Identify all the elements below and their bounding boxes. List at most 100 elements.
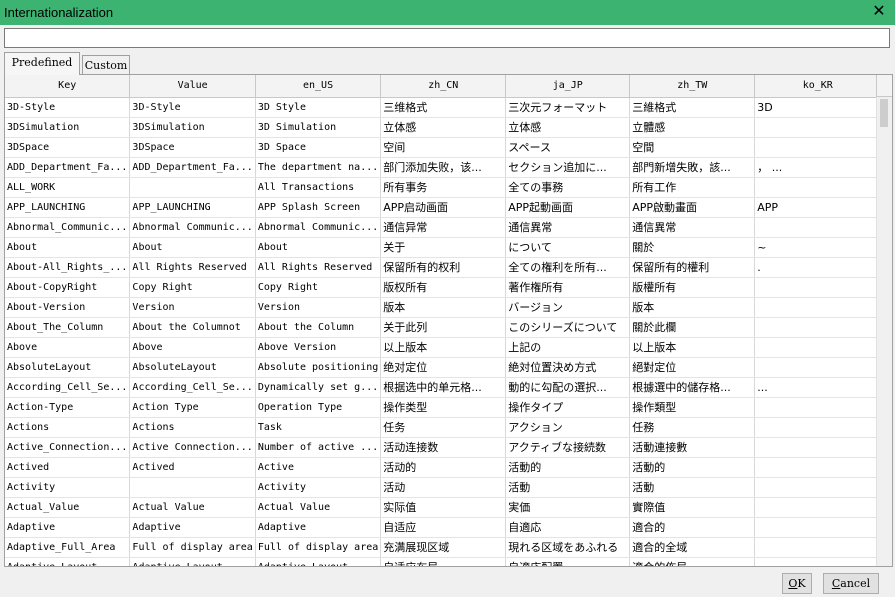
table-row[interactable]: 3D-Style 3D-Style 3D Style 三维格式 三次元フォーマット 三維格… bbox=[5, 97, 882, 118]
table-cell-value[interactable]: Actions bbox=[129, 417, 256, 438]
scrollbar-thumb[interactable] bbox=[880, 99, 888, 127]
table-cell-en-us[interactable]: Activity bbox=[255, 477, 382, 498]
table-cell-ja-jp[interactable]: 現れる区域をあふれる bbox=[505, 537, 631, 558]
table-cell-ja-jp[interactable]: 自適応配置 bbox=[505, 557, 631, 566]
table-cell-key[interactable]: Actual_Value bbox=[5, 497, 131, 518]
table-cell-key[interactable]: AbsoluteLayout bbox=[5, 357, 131, 378]
table-cell-en-us[interactable]: Operation Type bbox=[255, 397, 382, 418]
table-cell-en-us[interactable]: APP Splash Screen bbox=[255, 197, 382, 218]
table-cell-value[interactable]: Copy Right bbox=[129, 277, 256, 298]
table-cell-zh-cn[interactable]: 空间 bbox=[380, 137, 507, 158]
table-cell-en-us[interactable]: Absolute positioning bbox=[255, 357, 382, 378]
table-cell-en-us[interactable]: Dynamically set g... bbox=[255, 377, 382, 398]
table-cell-ja-jp[interactable]: 上記の bbox=[505, 337, 631, 358]
table-cell-zh-cn[interactable]: 关于 bbox=[380, 237, 507, 258]
table-cell-zh-cn[interactable]: 操作类型 bbox=[380, 397, 507, 418]
table-cell-key[interactable]: Actived bbox=[5, 457, 131, 478]
table-cell-zh-tw[interactable]: 關於 bbox=[629, 237, 756, 258]
table-cell-zh-cn[interactable]: 活动 bbox=[380, 477, 507, 498]
table-cell-value[interactable]: 3D-Style bbox=[129, 97, 256, 118]
table-cell-ja-jp[interactable]: アクション bbox=[505, 417, 631, 438]
table-row[interactable]: Activity Activity 活动 活動 活動 bbox=[5, 477, 882, 498]
table-cell-zh-cn[interactable]: 版本 bbox=[380, 297, 507, 318]
table-cell-ja-jp[interactable]: 絶対位置決め方式 bbox=[505, 357, 631, 378]
table-cell-zh-cn[interactable]: 版权所有 bbox=[380, 277, 507, 298]
table-cell-key[interactable]: About-Version bbox=[5, 297, 131, 318]
table-cell-en-us[interactable]: About bbox=[255, 237, 382, 258]
table-cell-en-us[interactable]: All Rights Reserved bbox=[255, 257, 382, 278]
table-cell-ja-jp[interactable]: セクション追加に... bbox=[505, 157, 631, 178]
table-cell-zh-tw[interactable]: APP啟動畫面 bbox=[629, 197, 756, 218]
table-cell-value[interactable]: Active Connection... bbox=[129, 437, 256, 458]
table-cell-ko-kr[interactable] bbox=[754, 437, 882, 458]
table-cell-ko-kr[interactable] bbox=[754, 177, 882, 198]
table-row[interactable]: About About About 关于 について 關於 ~ bbox=[5, 237, 882, 258]
table-cell-ja-jp[interactable]: 立体感 bbox=[505, 117, 631, 138]
table-cell-zh-tw[interactable]: 活動 bbox=[629, 477, 756, 498]
table-cell-zh-cn[interactable]: 所有事务 bbox=[380, 177, 507, 198]
table-cell-ko-kr[interactable]: 3D bbox=[754, 97, 882, 118]
table-cell-en-us[interactable]: All Transactions bbox=[255, 177, 382, 198]
column-header-zh-tw[interactable]: zh_TW bbox=[629, 75, 756, 98]
table-cell-ko-kr[interactable]: . bbox=[754, 257, 882, 278]
table-cell-key[interactable]: Activity bbox=[5, 477, 131, 498]
table-cell-value[interactable] bbox=[129, 177, 256, 198]
table-cell-key[interactable]: 3DSimulation bbox=[5, 117, 131, 138]
table-cell-key[interactable]: Abnormal_Communic... bbox=[5, 217, 131, 238]
table-cell-zh-tw[interactable]: 任務 bbox=[629, 417, 756, 438]
table-cell-zh-tw[interactable]: 空間 bbox=[629, 137, 756, 158]
table-row[interactable]: Above Above Above Version 以上版本 上記の 以上版本 bbox=[5, 337, 882, 358]
table-cell-ko-kr[interactable] bbox=[754, 417, 882, 438]
table-cell-value[interactable]: About bbox=[129, 237, 256, 258]
table-cell-zh-cn[interactable]: 活动连接数 bbox=[380, 437, 507, 458]
table-cell-value[interactable]: Abnormal Communic... bbox=[129, 217, 256, 238]
table-cell-ko-kr[interactable]: APP bbox=[754, 197, 882, 218]
table-cell-zh-tw[interactable]: 關於此欄 bbox=[629, 317, 756, 338]
table-row[interactable]: About-CopyRight Copy Right Copy Right 版权所有著… bbox=[5, 277, 882, 298]
table-cell-value[interactable]: Version bbox=[129, 297, 256, 318]
table-row[interactable]: About-All_Rights_... All Rights Reserved A… bbox=[5, 257, 882, 278]
table-cell-value[interactable]: Adaptive_Layout bbox=[129, 557, 256, 566]
table-cell-value[interactable]: Full of display area bbox=[129, 537, 256, 558]
table-row[interactable]: Abnormal_Communic... Abnormal Communic...… bbox=[5, 217, 882, 238]
table-cell-zh-cn[interactable]: 活动的 bbox=[380, 457, 507, 478]
table-row[interactable]: About-Version Version Version 版本 バージョン 版本 bbox=[5, 297, 882, 318]
table-cell-ja-jp[interactable]: 三次元フォーマット bbox=[505, 97, 631, 118]
table-cell-ko-kr[interactable] bbox=[754, 397, 882, 418]
column-header-ja-jp[interactable]: ja_JP bbox=[505, 75, 631, 98]
column-header-en-us[interactable]: en_US bbox=[255, 75, 382, 98]
table-row[interactable]: APP_LAUNCHING APP_LAUNCHING APP Splash Scr… bbox=[5, 197, 882, 218]
table-cell-ja-jp[interactable]: 全ての権利を所有... bbox=[505, 257, 631, 278]
table-cell-ko-kr[interactable] bbox=[754, 517, 882, 538]
table-cell-ko-kr[interactable] bbox=[754, 557, 882, 566]
table-row[interactable]: Adaptive_Layout Adaptive_Layout Adaptive_L… bbox=[5, 557, 882, 566]
table-cell-en-us[interactable]: Version bbox=[255, 297, 382, 318]
table-cell-zh-tw[interactable]: 版本 bbox=[629, 297, 756, 318]
table-cell-en-us[interactable]: Above Version bbox=[255, 337, 382, 358]
table-cell-en-us[interactable]: Adaptive bbox=[255, 517, 382, 538]
tab-custom[interactable]: Custom bbox=[82, 55, 130, 75]
table-cell-en-us[interactable]: Number of active ... bbox=[255, 437, 382, 458]
table-cell-zh-tw[interactable]: 以上版本 bbox=[629, 337, 756, 358]
table-cell-value[interactable]: ADD_Department_Fa... bbox=[129, 157, 256, 178]
table-cell-en-us[interactable]: 3D Style bbox=[255, 97, 382, 118]
column-header-value[interactable]: Value bbox=[129, 75, 256, 98]
table-cell-zh-cn[interactable]: 实际值 bbox=[380, 497, 507, 518]
table-cell-key[interactable]: Actions bbox=[5, 417, 131, 438]
table-cell-key[interactable]: Adaptive_Full_Area bbox=[5, 537, 131, 558]
table-cell-ko-kr[interactable] bbox=[754, 137, 882, 158]
table-cell-ko-kr[interactable] bbox=[754, 277, 882, 298]
column-header-key[interactable]: Key bbox=[5, 75, 131, 98]
table-cell-zh-cn[interactable]: 部门添加失败，该... bbox=[380, 157, 507, 178]
table-cell-ko-kr[interactable] bbox=[754, 217, 882, 238]
table-cell-ko-kr[interactable]: ~ bbox=[754, 237, 882, 258]
table-cell-ja-jp[interactable]: 実価 bbox=[505, 497, 631, 518]
table-row[interactable]: Actions Actions Task 任务 アクション 任務 bbox=[5, 417, 882, 438]
table-cell-ja-jp[interactable]: 操作タイプ bbox=[505, 397, 631, 418]
table-cell-value[interactable]: Above bbox=[129, 337, 256, 358]
column-header-zh-cn[interactable]: zh_CN bbox=[380, 75, 507, 98]
table-cell-value[interactable]: About the Columnot bbox=[129, 317, 256, 338]
table-cell-ja-jp[interactable]: 著作権所有 bbox=[505, 277, 631, 298]
table-cell-zh-tw[interactable]: 活動的 bbox=[629, 457, 756, 478]
table-cell-zh-cn[interactable]: 通信异常 bbox=[380, 217, 507, 238]
